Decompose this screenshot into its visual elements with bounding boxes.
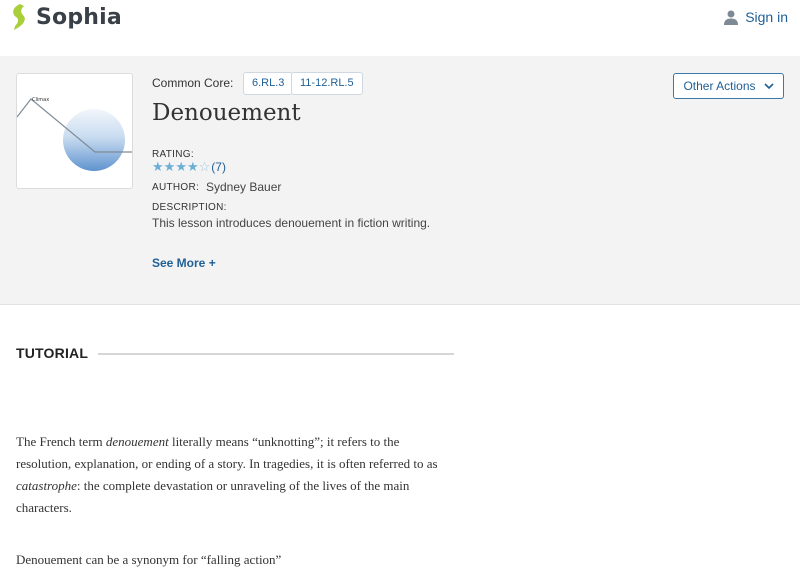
plot-diagram-image: Climax	[17, 97, 132, 171]
description-text: This lesson introduces denouement in fic…	[152, 216, 431, 230]
logo-text: Sophia	[36, 4, 122, 30]
tutorial-divider	[98, 353, 454, 355]
paragraph-text: The French term	[16, 434, 106, 449]
star-icon: ★	[175, 159, 187, 174]
term-catastrophe: catastrophe	[16, 478, 77, 493]
other-actions-dropdown[interactable]: Other Actions	[673, 73, 784, 99]
lesson-summary-panel: Climax Common Core: 6.RL.3 11-12.RL.5 De…	[0, 56, 800, 305]
sophia-leaf-icon	[13, 4, 25, 30]
climax-caption: Climax	[32, 97, 49, 103]
star-icon: ★	[186, 159, 199, 174]
tutorial-paragraph: The French term denouement literally mea…	[16, 431, 456, 519]
rating-stars[interactable]: ★ ★ ★ ★ ☆ (7)	[152, 159, 226, 175]
author-name: Sydney Bauer	[206, 180, 282, 194]
user-icon	[724, 10, 739, 25]
star-icon: ★	[152, 159, 164, 174]
star-icon: ★	[163, 159, 176, 174]
tutorial-paragraph-2: Denouement can be a synonym for “falling…	[16, 552, 282, 567]
lesson-title: Denouement	[152, 100, 301, 126]
standard-badge-6-rl-3[interactable]: 6.RL.3	[243, 72, 294, 95]
sign-in-button[interactable]: Sign in	[724, 9, 788, 25]
standard-badge-11-12-rl-5[interactable]: 11-12.RL.5	[291, 72, 363, 95]
rating-count[interactable]: (7)	[211, 160, 226, 174]
author-label: AUTHOR:	[152, 182, 200, 193]
lesson-thumbnail: Climax	[16, 73, 133, 189]
see-more-link[interactable]: See More +	[152, 256, 216, 270]
common-core-label: Common Core:	[152, 76, 234, 90]
site-header: Sophia Sign in	[0, 0, 800, 56]
tutorial-heading: TUTORIAL	[16, 345, 89, 361]
star-empty-icon: ☆	[198, 159, 211, 174]
description-label: DESCRIPTION:	[152, 202, 227, 213]
other-actions-label: Other Actions	[683, 79, 756, 93]
sign-in-label: Sign in	[745, 9, 788, 25]
chevron-down-icon	[763, 82, 774, 89]
term-denouement: denouement	[105, 434, 169, 449]
sophia-logo[interactable]: Sophia	[10, 4, 122, 30]
